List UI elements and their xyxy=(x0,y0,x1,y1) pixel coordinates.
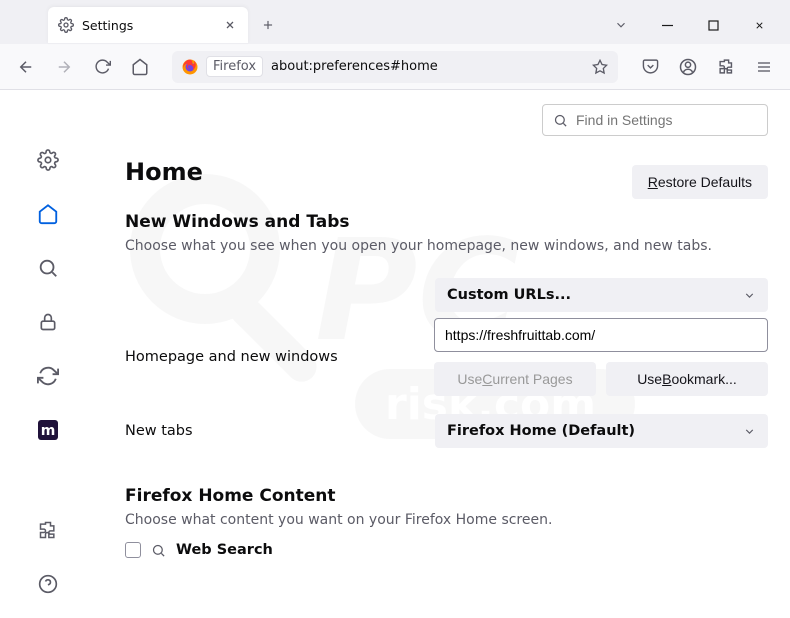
url-text: about:preferences#home xyxy=(271,59,438,74)
homepage-row-label: Homepage and new windows xyxy=(125,349,434,365)
sidebar-item-privacy[interactable] xyxy=(28,302,68,342)
chevron-down-icon xyxy=(743,425,756,438)
sidebar-item-search[interactable] xyxy=(28,248,68,288)
section-title-home-content: Firefox Home Content xyxy=(125,486,768,506)
identity-label: Firefox xyxy=(206,56,263,77)
back-button[interactable] xyxy=(10,51,42,83)
tab-title: Settings xyxy=(82,18,214,33)
url-bar[interactable]: Firefox about:preferences#home xyxy=(172,51,618,83)
main-panel: Home Restore Defaults New Windows and Ta… xyxy=(95,90,790,618)
nav-toolbar: Firefox about:preferences#home xyxy=(0,44,790,90)
firefox-icon xyxy=(182,59,198,75)
use-bookmark-button[interactable]: Use Bookmark... xyxy=(606,362,768,396)
account-button[interactable] xyxy=(672,51,704,83)
pocket-button[interactable] xyxy=(634,51,666,83)
section-desc-windows-tabs: Choose what you see when you open your h… xyxy=(125,238,768,254)
reload-button[interactable] xyxy=(86,51,118,83)
forward-button[interactable] xyxy=(48,51,80,83)
window-controls xyxy=(644,9,782,41)
search-icon xyxy=(553,113,568,128)
homepage-mode-select[interactable]: Custom URLs... xyxy=(435,278,768,312)
web-search-label: Web Search xyxy=(176,542,273,558)
gear-icon xyxy=(58,17,74,33)
search-icon xyxy=(151,543,166,558)
find-input[interactable] xyxy=(576,112,757,128)
newtabs-select[interactable]: Firefox Home (Default) xyxy=(435,414,768,448)
new-tab-button[interactable] xyxy=(254,11,282,39)
homepage-url-input[interactable] xyxy=(434,318,768,352)
restore-defaults-button[interactable]: Restore Defaults xyxy=(632,165,768,199)
tabs-dropdown-icon[interactable] xyxy=(608,12,634,38)
content-area: m Home Restore Defaults New Windows and … xyxy=(0,90,790,618)
close-window-button[interactable] xyxy=(736,9,782,41)
app-menu-button[interactable] xyxy=(748,51,780,83)
sidebar-item-general[interactable] xyxy=(28,140,68,180)
sidebar-item-sync[interactable] xyxy=(28,356,68,396)
find-in-settings xyxy=(542,104,768,136)
close-icon[interactable] xyxy=(222,17,238,33)
home-button[interactable] xyxy=(124,51,156,83)
newtabs-label: New tabs xyxy=(125,423,435,439)
section-desc-home-content: Choose what content you want on your Fir… xyxy=(125,512,768,528)
maximize-button[interactable] xyxy=(690,9,736,41)
minimize-button[interactable] xyxy=(644,9,690,41)
sidebar-item-help[interactable] xyxy=(28,564,68,604)
svg-text:m: m xyxy=(40,423,55,439)
check-row-web-search: Web Search xyxy=(125,542,768,558)
sidebar-item-more[interactable]: m xyxy=(28,410,68,450)
web-search-checkbox[interactable] xyxy=(125,542,141,558)
extensions-button[interactable] xyxy=(710,51,742,83)
tab-settings[interactable]: Settings xyxy=(48,7,248,43)
bookmark-star-icon[interactable] xyxy=(592,59,608,75)
use-current-pages-button[interactable]: Use Current Pages xyxy=(434,362,596,396)
section-title-windows-tabs: New Windows and Tabs xyxy=(125,212,768,232)
sidebar: m xyxy=(0,90,95,618)
chevron-down-icon xyxy=(743,289,756,302)
sidebar-item-extensions[interactable] xyxy=(28,510,68,550)
sidebar-item-home[interactable] xyxy=(28,194,68,234)
tabstrip: Settings xyxy=(0,0,790,44)
